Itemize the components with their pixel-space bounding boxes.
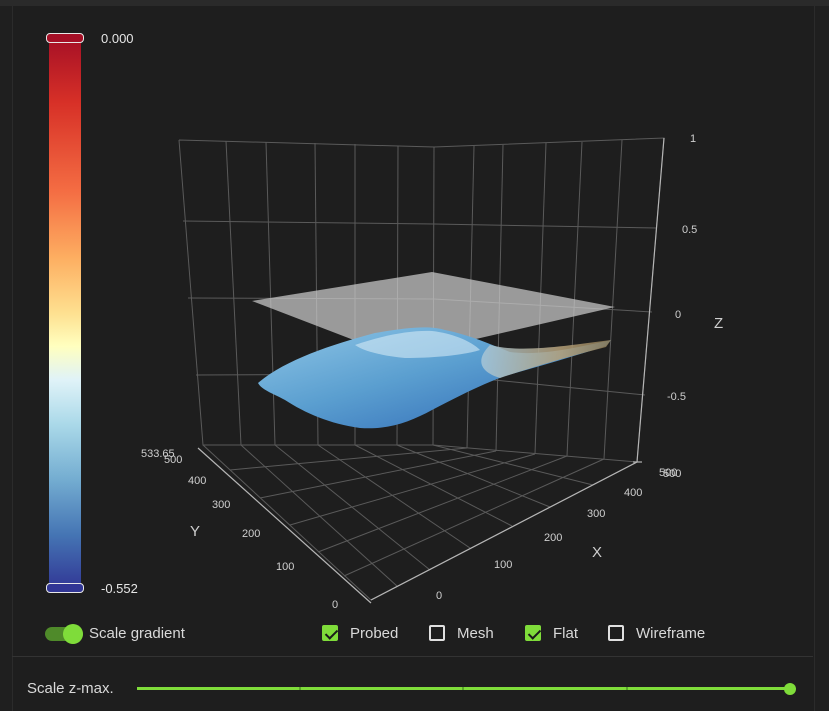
mesh-checkbox[interactable] (429, 625, 445, 641)
z-tick-label: 0 (675, 309, 681, 321)
flat-label: Flat (553, 625, 579, 642)
x-axis-title: X (592, 544, 602, 561)
slider-tick (462, 687, 464, 690)
y-tick-label: 500 (164, 454, 182, 466)
z-tick-label: 0.5 (682, 224, 697, 236)
y-zero-label: 0 (332, 599, 338, 611)
scale-zmax-slider-handle[interactable] (784, 683, 796, 695)
x-tick-label: 200 (544, 532, 562, 544)
mesh-label: Mesh (457, 625, 494, 642)
slider-tick (299, 687, 301, 690)
probed-label: Probed (350, 625, 399, 642)
y-tick-label: 400 (188, 475, 206, 487)
wireframe-checkbox[interactable] (608, 625, 624, 641)
scale-zmax-label: Scale z-max. (27, 680, 114, 697)
y-tick-label: 300 (212, 499, 230, 511)
y-axis-title: Y (190, 523, 200, 540)
scale-gradient-label: Scale gradient (89, 625, 185, 642)
x-tick-label: 100 (494, 559, 512, 571)
x-tick-label: 300 (587, 508, 605, 520)
slider-tick (626, 687, 628, 690)
flat-checkbox[interactable] (525, 625, 541, 641)
mesh-3d-plot[interactable]: 1 0.5 0 -0.5 Z 0 100 200 300 400 500 500… (0, 0, 829, 711)
x-tick-label: 0 (436, 590, 442, 602)
z-tick-label: -0.5 (667, 391, 686, 403)
y-tick-label: 200 (242, 528, 260, 540)
probed-checkbox[interactable] (322, 625, 338, 641)
z-axis-title: Z (714, 315, 723, 332)
section-divider (12, 656, 813, 657)
toggle-knob[interactable] (63, 624, 83, 644)
wireframe-label: Wireframe (636, 625, 706, 642)
z-tick-label: 1 (690, 133, 696, 145)
probed-surface-edge (481, 340, 611, 378)
y-tick-label: 100 (276, 561, 294, 573)
x-max-label: 500 (663, 468, 681, 480)
x-tick-label: 400 (624, 487, 642, 499)
